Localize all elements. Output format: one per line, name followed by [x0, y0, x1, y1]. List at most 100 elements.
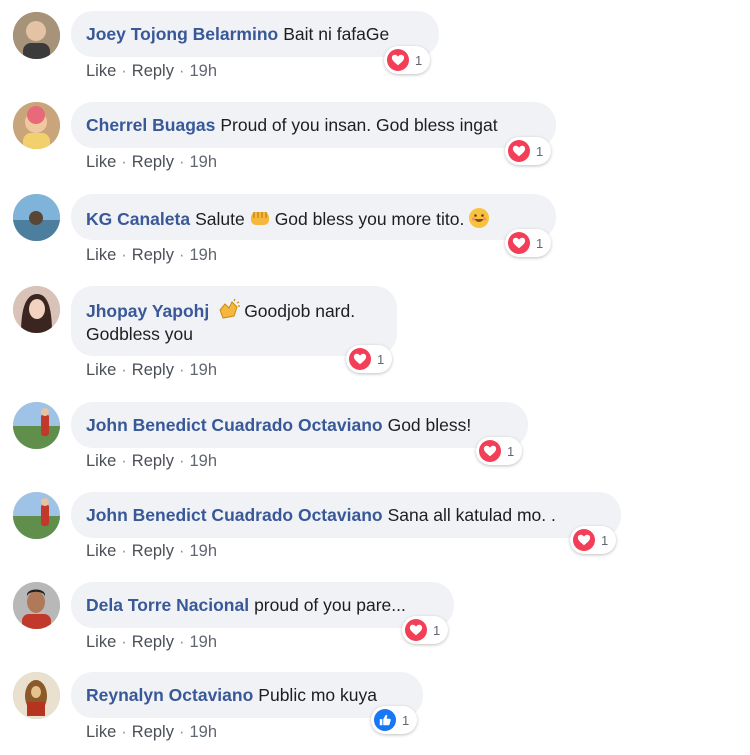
reaction-count: 1 [415, 52, 423, 68]
like-link[interactable]: Like [86, 361, 116, 379]
timestamp[interactable]: 19h [189, 246, 217, 264]
comment-author[interactable]: Jhopay Yapohj [86, 301, 209, 321]
comment-text: Godbless you [86, 324, 194, 344]
timestamp[interactable]: 19h [189, 633, 217, 651]
comment-text: Public mo kuya [258, 685, 377, 705]
comment-author[interactable]: Joey Tojong Belarmino [86, 24, 278, 44]
thumbs-up-icon [374, 709, 396, 731]
avatar[interactable] [13, 12, 60, 59]
avatar[interactable] [13, 582, 60, 629]
timestamp[interactable]: 19h [189, 452, 217, 470]
reply-link[interactable]: Reply [132, 153, 174, 171]
reply-link[interactable]: Reply [132, 62, 174, 80]
smile-emoji [467, 206, 491, 230]
reaction-badge[interactable]: 1 [384, 46, 431, 74]
like-link[interactable]: Like [86, 723, 116, 741]
separator: · [121, 62, 127, 80]
comment-actions: Like · Reply · 19h [86, 542, 217, 561]
comment-author[interactable]: John Benedict Cuadrado Octaviano [86, 505, 383, 525]
comment-actions: Like · Reply · 19h [86, 633, 217, 652]
comment-bubble: Dela Torre Nacional proud of you pare... [71, 582, 454, 628]
comment-text: Bait ni fafaGe [283, 24, 390, 44]
separator: · [178, 153, 185, 171]
heart-icon [387, 49, 409, 71]
separator: · [178, 542, 185, 560]
comment-text: proud of you pare... [254, 595, 406, 615]
comment-bubble: Jhopay Yapohj Goodjob nard. Godbless you [71, 286, 397, 356]
fist-emoji [248, 206, 272, 230]
timestamp[interactable]: 19h [189, 361, 217, 379]
separator: · [121, 633, 127, 651]
comment-bubble: Cherrel Buagas Proud of you insan. God bl… [71, 102, 556, 148]
reply-link[interactable]: Reply [132, 246, 174, 264]
comment-text: God bless you more tito. [274, 209, 465, 229]
reaction-badge[interactable]: 1 [402, 616, 449, 644]
separator: · [178, 723, 185, 741]
separator: · [121, 361, 127, 379]
separator: · [178, 361, 185, 379]
comment-actions: Like · Reply · 19h [86, 62, 217, 81]
comment-actions: Like · Reply · 19h [86, 361, 217, 380]
separator: · [178, 246, 185, 264]
avatar[interactable] [13, 672, 60, 719]
comment-author[interactable]: Dela Torre Nacional [86, 595, 249, 615]
heart-icon [573, 529, 595, 551]
separator: · [178, 633, 185, 651]
timestamp[interactable]: 19h [189, 62, 217, 80]
reply-link[interactable]: Reply [132, 452, 174, 470]
comment-text: Salute [195, 209, 245, 229]
heart-icon [479, 440, 501, 462]
separator: · [121, 452, 127, 470]
reaction-count: 1 [377, 351, 385, 367]
reaction-count: 1 [402, 712, 410, 728]
reaction-badge[interactable]: 1 [346, 345, 393, 373]
comment-author[interactable]: Cherrel Buagas [86, 115, 215, 135]
reaction-badge[interactable]: 1 [505, 229, 552, 257]
reaction-badge[interactable]: 1 [505, 137, 552, 165]
comment-text: God bless! [387, 415, 472, 435]
comment-bubble: KG Canaleta Salute God bless you more tito… [71, 194, 556, 240]
reaction-count: 1 [507, 443, 515, 459]
comment-bubble: John Benedict Cuadrado Octaviano God bles… [71, 402, 528, 448]
avatar[interactable] [13, 286, 60, 333]
reply-link[interactable]: Reply [132, 633, 174, 651]
reaction-count: 1 [536, 143, 544, 159]
reply-link[interactable]: Reply [132, 542, 174, 560]
reaction-count: 1 [433, 622, 441, 638]
comment-text: Sana all katulad mo. . [387, 505, 556, 525]
comment-bubble: Reynalyn Octaviano Public mo kuya [71, 672, 423, 718]
avatar[interactable] [13, 194, 60, 241]
reaction-badge[interactable]: 1 [476, 437, 523, 465]
comment-bubble: John Benedict Cuadrado Octaviano Sana all… [71, 492, 621, 538]
like-link[interactable]: Like [86, 246, 116, 264]
avatar[interactable] [13, 492, 60, 539]
like-link[interactable]: Like [86, 452, 116, 470]
comment-text: Goodjob nard. [244, 301, 356, 321]
comment-author[interactable]: Reynalyn Octaviano [86, 685, 253, 705]
like-link[interactable]: Like [86, 153, 116, 171]
reaction-badge[interactable]: 1 [371, 706, 418, 734]
separator: · [121, 542, 127, 560]
like-link[interactable]: Like [86, 62, 116, 80]
timestamp[interactable]: 19h [189, 542, 217, 560]
heart-icon [508, 232, 530, 254]
comment-actions: Like · Reply · 19h [86, 153, 217, 172]
reaction-badge[interactable]: 1 [570, 526, 617, 554]
timestamp[interactable]: 19h [189, 723, 217, 741]
timestamp[interactable]: 19h [189, 153, 217, 171]
reply-link[interactable]: Reply [132, 361, 174, 379]
like-link[interactable]: Like [86, 542, 116, 560]
comment-actions: Like · Reply · 19h [86, 452, 217, 471]
comment-actions: Like · Reply · 19h [86, 723, 217, 742]
separator: · [121, 246, 127, 264]
separator: · [178, 452, 185, 470]
avatar[interactable] [13, 102, 60, 149]
comment-author[interactable]: John Benedict Cuadrado Octaviano [86, 415, 383, 435]
reaction-count: 1 [601, 532, 609, 548]
comment-author[interactable]: KG Canaleta [86, 209, 190, 229]
reaction-count: 1 [536, 235, 544, 251]
avatar[interactable] [13, 402, 60, 449]
heart-icon [508, 140, 530, 162]
like-link[interactable]: Like [86, 633, 116, 651]
reply-link[interactable]: Reply [132, 723, 174, 741]
